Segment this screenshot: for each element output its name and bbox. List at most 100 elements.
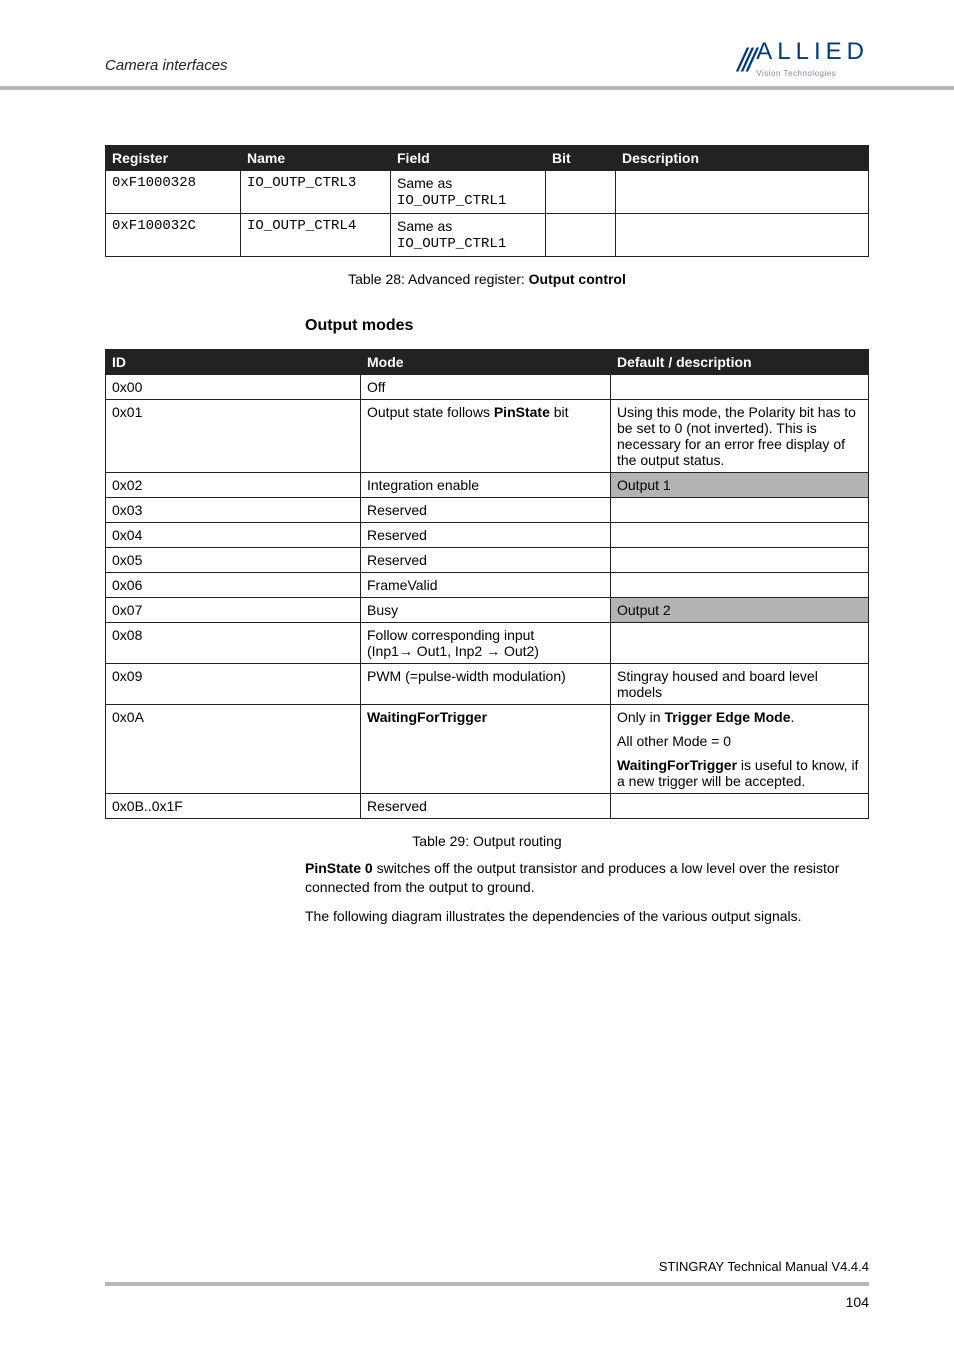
cell-bit [546, 214, 616, 257]
table-row: 0x03 Reserved [106, 498, 869, 523]
pinstate-paragraph: PinState 0 switches off the output trans… [305, 859, 869, 897]
cell-mode: Follow corresponding input (Inp1→ Out1, … [361, 623, 611, 664]
logo-main: ALLIED [756, 38, 869, 65]
cell-id: 0x07 [106, 598, 361, 623]
mode-bold: WaitingForTrigger [367, 709, 487, 725]
cell-mode: Output state follows PinState bit [361, 400, 611, 473]
cell-desc: Using this mode, the Polarity bit has to… [611, 400, 869, 473]
cell-bit [546, 171, 616, 214]
cell-desc: Output 2 [611, 598, 869, 623]
table-row: 0x07 Busy Output 2 [106, 598, 869, 623]
cell-mode: Reserved [361, 548, 611, 573]
table-row: 0x05 Reserved [106, 548, 869, 573]
output-modes-heading: Output modes [305, 317, 869, 335]
col-field: Field [391, 146, 546, 171]
register-table: Register Name Field Bit Description 0xF1… [105, 145, 869, 257]
logo: /// ALLIED Vision Technologies [738, 40, 869, 80]
caption-bold: Output control [529, 271, 626, 287]
section-title: Camera interfaces [105, 57, 228, 80]
table2-caption: Table 29: Output routing [105, 833, 869, 849]
col-mode: Mode [361, 350, 611, 375]
cell-desc [611, 623, 869, 664]
field-ref: IO_OUTP_CTRL1 [397, 236, 506, 252]
cell-id: 0x03 [106, 498, 361, 523]
col-default: Default / description [611, 350, 869, 375]
cell-id: 0x06 [106, 573, 361, 598]
table-row: 0x08 Follow corresponding input (Inp1→ O… [106, 623, 869, 664]
cell-mode: Off [361, 375, 611, 400]
cell-id: 0x00 [106, 375, 361, 400]
table-row: 0x01 Output state follows PinState bit U… [106, 400, 869, 473]
table-row: 0x06 FrameValid [106, 573, 869, 598]
cell-id: 0x09 [106, 664, 361, 705]
table-row: 0x0A WaitingForTrigger Only in Trigger E… [106, 705, 869, 730]
table-row: 0x09 PWM (=pulse-width modulation) Sting… [106, 664, 869, 705]
desc-bold: Trigger Edge Mode [664, 709, 790, 725]
desc-text: Only in [617, 709, 664, 725]
cell-register: 0xF1000328 [106, 171, 241, 214]
mode-line2: (Inp1→ Out1, Inp2 → Out2) [367, 643, 539, 659]
cell-desc [616, 214, 869, 257]
cell-desc: All other Mode = 0 [611, 729, 869, 753]
field-text: Same as [397, 218, 452, 234]
cell-desc [611, 548, 869, 573]
cell-name: IO_OUTP_CTRL3 [241, 171, 391, 214]
mode-line1: Follow corresponding input [367, 627, 534, 643]
cell-desc: Stingray housed and board level models [611, 664, 869, 705]
footer-manual: STINGRAY Technical Manual V4.4.4 [105, 1259, 869, 1286]
cell-desc [611, 794, 869, 819]
cell-mode: Reserved [361, 794, 611, 819]
cell-field: Same as IO_OUTP_CTRL1 [391, 171, 546, 214]
cell-desc: WaitingForTrigger is useful to know, if … [611, 753, 869, 794]
table-row: 0xF100032C IO_OUTP_CTRL4 Same as IO_OUTP… [106, 214, 869, 257]
cell-desc: Output 1 [611, 473, 869, 498]
cell-id: 0x0A [106, 705, 361, 794]
mode-text: Output state follows [367, 404, 494, 420]
cell-mode: Reserved [361, 498, 611, 523]
cell-mode: Reserved [361, 523, 611, 548]
cell-mode: FrameValid [361, 573, 611, 598]
mode-text: bit [550, 404, 569, 420]
diagram-paragraph: The following diagram illustrates the de… [305, 907, 869, 926]
field-ref: IO_OUTP_CTRL1 [397, 193, 506, 209]
cell-mode: Busy [361, 598, 611, 623]
field-text: Same as [397, 175, 452, 191]
cell-desc [611, 498, 869, 523]
cell-id: 0x0B..0x1F [106, 794, 361, 819]
cell-desc [611, 523, 869, 548]
table-row: 0x04 Reserved [106, 523, 869, 548]
col-id: ID [106, 350, 361, 375]
table-row: 0x00 Off [106, 375, 869, 400]
logo-slashes-icon: /// [738, 42, 753, 79]
caption-text: Table 28: Advanced register: [348, 271, 529, 287]
cell-id: 0x04 [106, 523, 361, 548]
cell-id: 0x01 [106, 400, 361, 473]
cell-desc [616, 171, 869, 214]
col-bit: Bit [546, 146, 616, 171]
cell-desc [611, 375, 869, 400]
cell-name: IO_OUTP_CTRL4 [241, 214, 391, 257]
desc-text: . [790, 709, 794, 725]
pinstate-text: switches off the output transistor and p… [305, 860, 839, 895]
cell-mode: PWM (=pulse-width modulation) [361, 664, 611, 705]
cell-mode: Integration enable [361, 473, 611, 498]
logo-sub: Vision Technologies [756, 69, 836, 78]
mode-bold: PinState [494, 404, 550, 420]
cell-id: 0x08 [106, 623, 361, 664]
pinstate-bold: PinState 0 [305, 860, 373, 876]
desc-bold: WaitingForTrigger [617, 757, 737, 773]
table-row: 0x02 Integration enable Output 1 [106, 473, 869, 498]
cell-mode: WaitingForTrigger [361, 705, 611, 794]
cell-desc [611, 573, 869, 598]
cell-field: Same as IO_OUTP_CTRL1 [391, 214, 546, 257]
cell-id: 0x02 [106, 473, 361, 498]
cell-desc: Only in Trigger Edge Mode. [611, 705, 869, 730]
col-name: Name [241, 146, 391, 171]
cell-register: 0xF100032C [106, 214, 241, 257]
table-row: 0x0B..0x1F Reserved [106, 794, 869, 819]
table-row: 0xF1000328 IO_OUTP_CTRL3 Same as IO_OUTP… [106, 171, 869, 214]
footer-page: 104 [105, 1294, 869, 1310]
col-description: Description [616, 146, 869, 171]
col-register: Register [106, 146, 241, 171]
cell-id: 0x05 [106, 548, 361, 573]
